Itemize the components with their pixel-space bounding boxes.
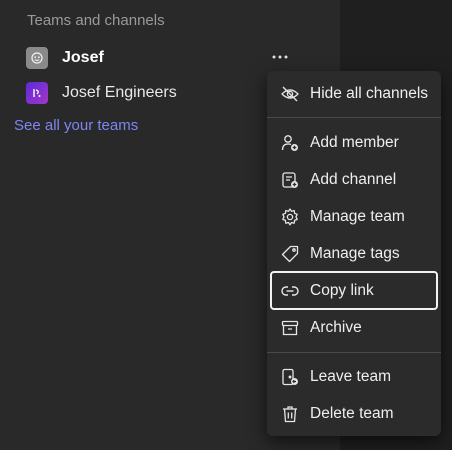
menu-item-label: Add member	[310, 133, 399, 151]
team-context-menu: Hide all channels Add member Add channel…	[267, 71, 441, 436]
team-item-josef[interactable]: Josef	[26, 46, 104, 70]
archive-icon	[280, 318, 300, 338]
ellipsis-icon	[272, 55, 288, 59]
menu-item-label: Copy link	[310, 281, 374, 299]
gear-icon	[280, 207, 300, 227]
menu-item-leave-team[interactable]: Leave team	[270, 359, 436, 394]
channel-add-icon	[280, 170, 300, 190]
menu-item-label: Archive	[310, 318, 362, 336]
tag-icon	[280, 244, 300, 264]
menu-item-delete-team[interactable]: Delete team	[270, 396, 436, 431]
see-all-teams-link[interactable]: See all your teams	[14, 117, 138, 134]
team-avatar-icon	[26, 47, 48, 69]
menu-item-manage-tags[interactable]: Manage tags	[270, 236, 436, 271]
team-avatar-icon	[26, 82, 48, 104]
leave-icon	[280, 367, 300, 387]
menu-item-label: Manage tags	[310, 244, 400, 262]
menu-item-add-channel[interactable]: Add channel	[270, 162, 436, 197]
menu-item-label: Leave team	[310, 367, 391, 385]
menu-item-hide-all-channels[interactable]: Hide all channels	[270, 76, 436, 111]
menu-item-archive[interactable]: Archive	[270, 310, 436, 345]
menu-item-label: Hide all channels	[310, 84, 429, 102]
person-add-icon	[280, 133, 300, 153]
menu-divider	[267, 117, 441, 118]
menu-item-label: Delete team	[310, 404, 394, 422]
menu-item-label: Manage team	[310, 207, 405, 225]
eye-off-icon	[280, 84, 300, 104]
menu-item-label: Add channel	[310, 170, 397, 188]
menu-divider	[267, 352, 441, 353]
team-name: Josef	[62, 49, 104, 66]
more-options-button[interactable]	[268, 47, 292, 67]
link-icon	[280, 281, 300, 301]
trash-icon	[280, 404, 300, 424]
team-item-josef-engineers[interactable]: Josef Engineers	[26, 81, 177, 105]
team-name: Josef Engineers	[62, 84, 177, 101]
menu-item-copy-link[interactable]: Copy link	[270, 271, 438, 310]
section-title: Teams and channels	[27, 12, 165, 29]
menu-item-add-member[interactable]: Add member	[270, 125, 436, 160]
menu-item-manage-team[interactable]: Manage team	[270, 199, 436, 234]
